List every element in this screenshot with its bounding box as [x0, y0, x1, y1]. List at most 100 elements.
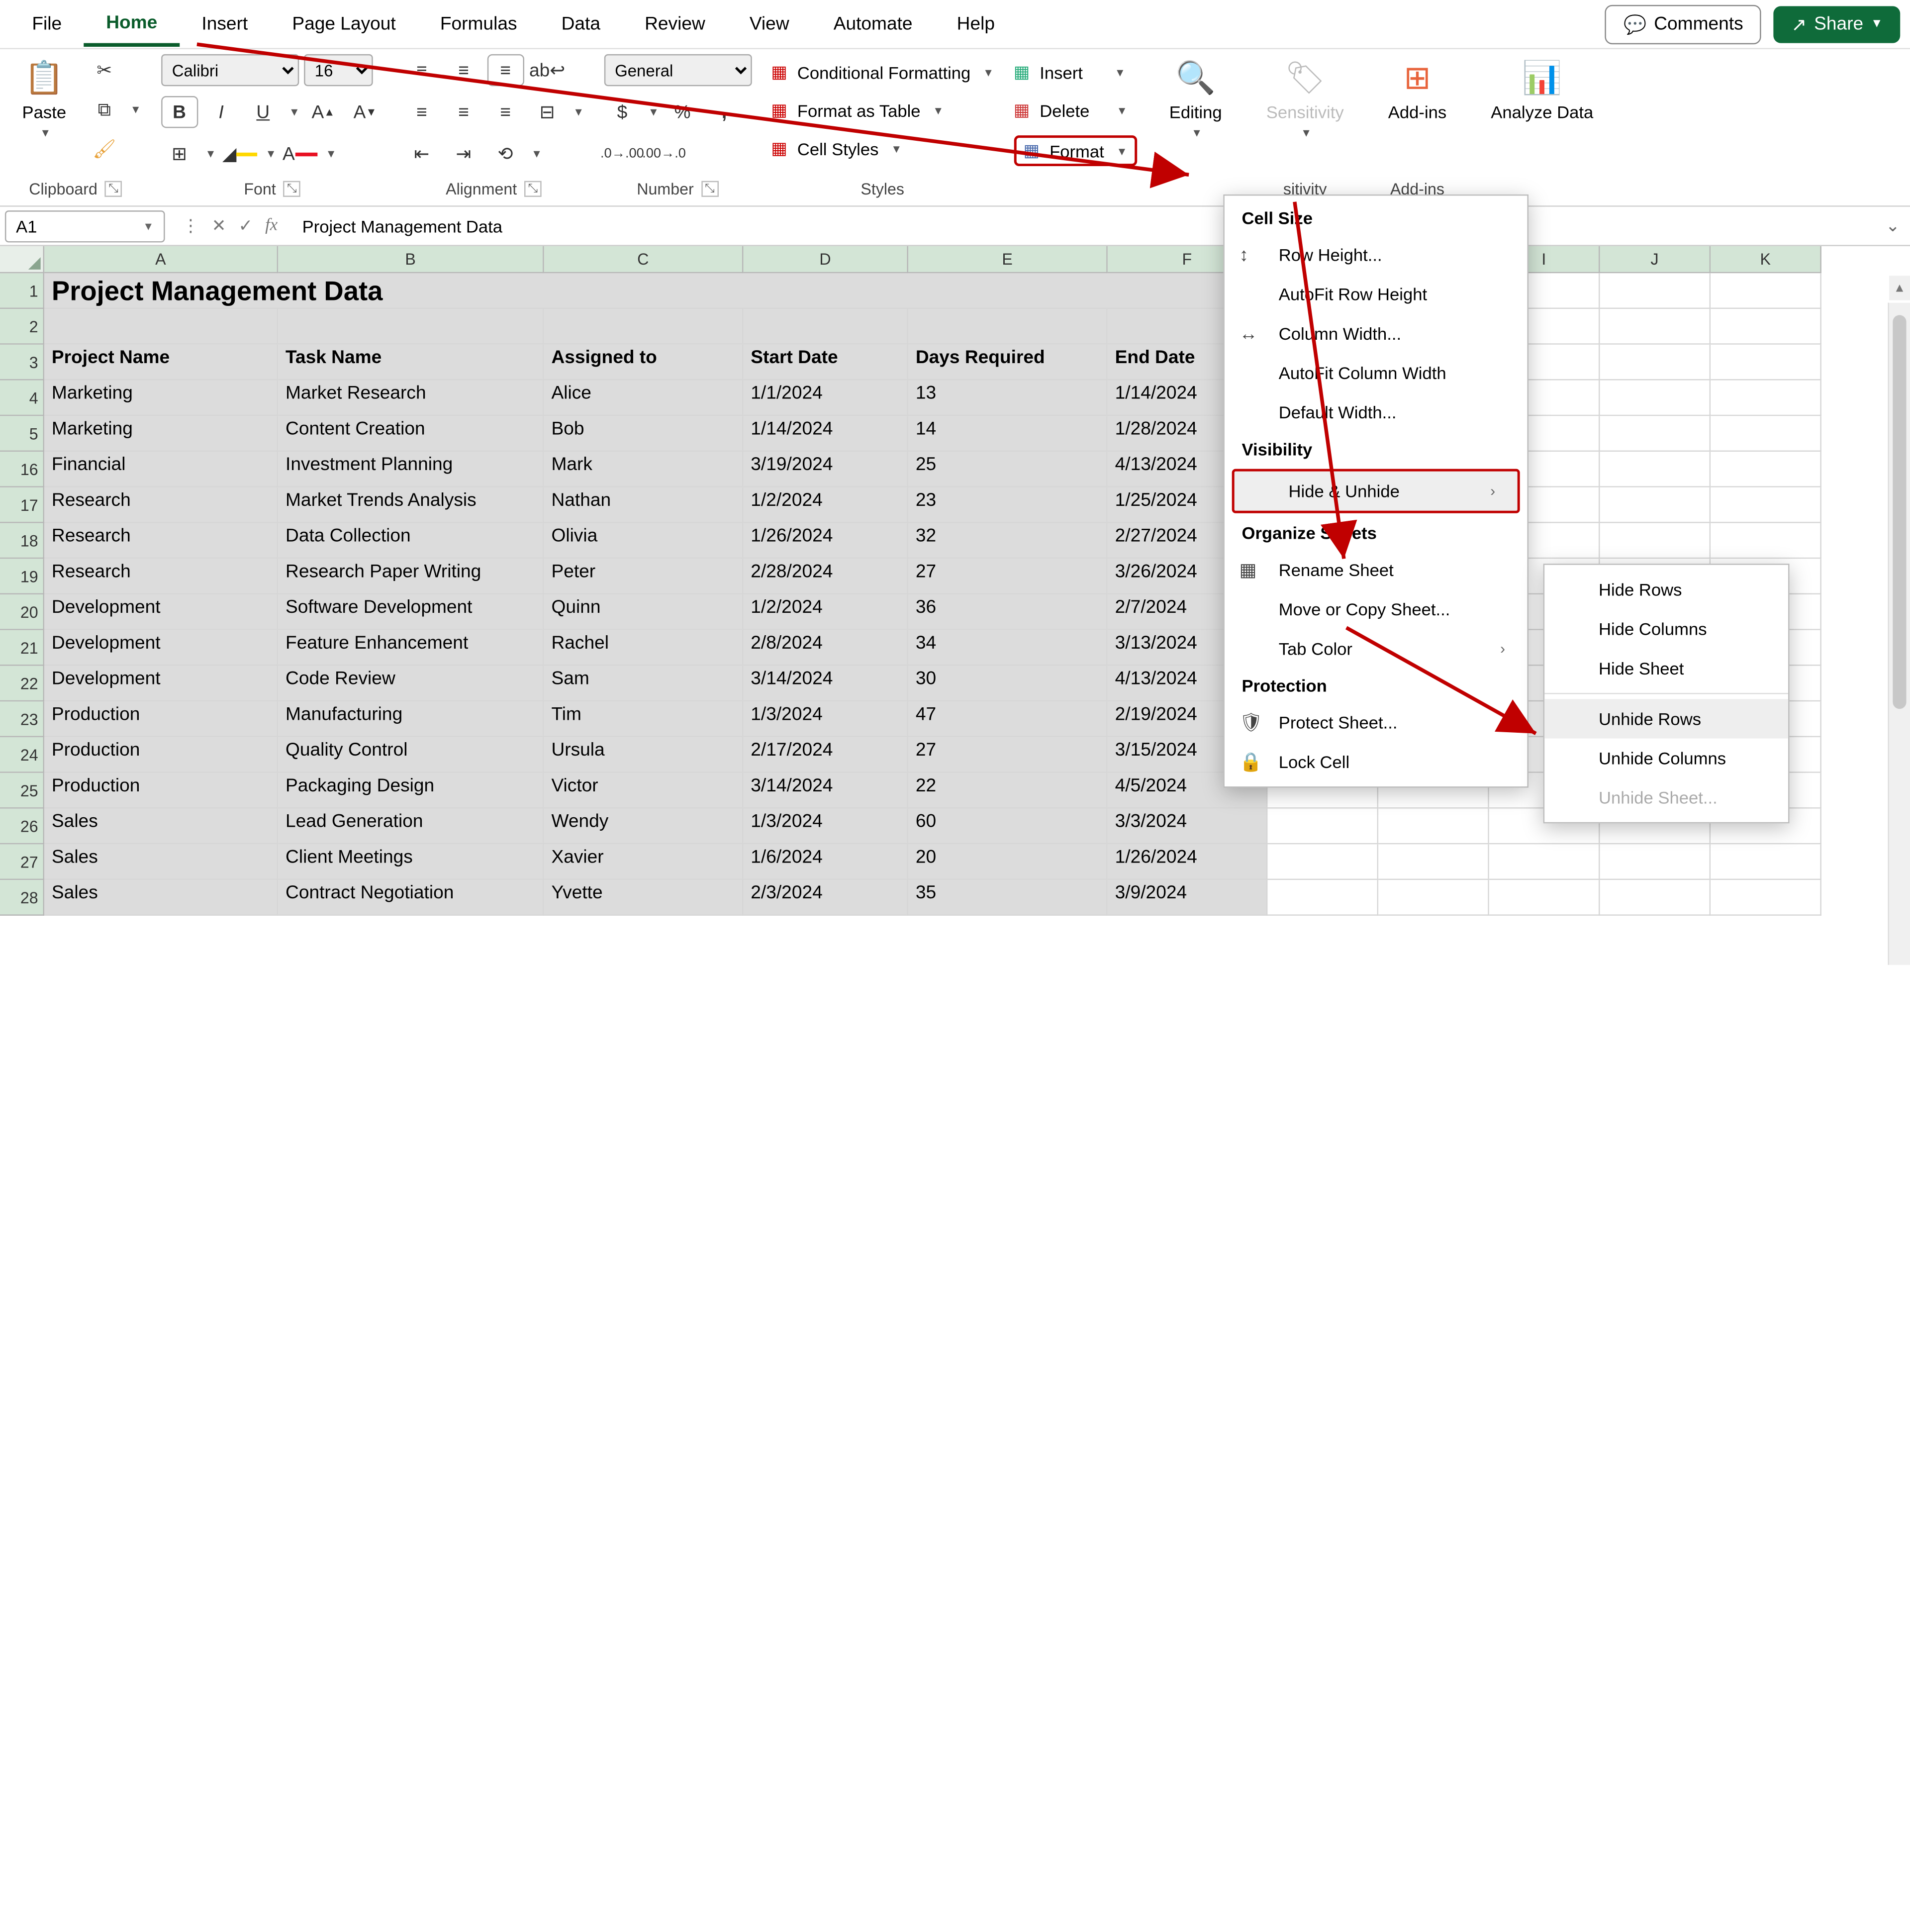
- cell[interactable]: [1600, 273, 1711, 309]
- cell[interactable]: Market Trends Analysis: [278, 487, 544, 523]
- align-right-button[interactable]: ≡: [487, 96, 524, 128]
- chevron-down-icon[interactable]: ▼: [205, 148, 216, 160]
- cell[interactable]: Alice: [544, 381, 744, 416]
- increase-font-button[interactable]: A▲: [305, 96, 342, 128]
- menu-rename-sheet[interactable]: ▦Rename Sheet: [1225, 550, 1528, 589]
- currency-button[interactable]: $: [604, 96, 641, 128]
- cell[interactable]: [1711, 844, 1821, 880]
- cell[interactable]: [1711, 416, 1821, 452]
- submenu-hide-rows[interactable]: Hide Rows: [1544, 570, 1788, 609]
- cell[interactable]: Financial: [44, 452, 278, 487]
- align-bottom-button[interactable]: ≡: [487, 54, 524, 86]
- wrap-text-button[interactable]: ab↩: [529, 54, 566, 86]
- number-format-select[interactable]: General: [604, 54, 752, 86]
- enter-icon[interactable]: ✓: [238, 215, 253, 236]
- decrease-font-button[interactable]: A▼: [347, 96, 383, 128]
- cell[interactable]: 27: [908, 559, 1108, 594]
- cell[interactable]: 3/19/2024: [743, 452, 908, 487]
- comma-button[interactable]: ,: [706, 96, 743, 128]
- cell[interactable]: 23: [908, 487, 1108, 523]
- align-middle-button[interactable]: ≡: [445, 54, 482, 86]
- cell[interactable]: Manufacturing: [278, 701, 544, 737]
- cell[interactable]: Nathan: [544, 487, 744, 523]
- cell[interactable]: Research: [44, 523, 278, 559]
- cell[interactable]: 25: [908, 452, 1108, 487]
- cell[interactable]: 47: [908, 701, 1108, 737]
- row-header[interactable]: 16: [0, 452, 44, 487]
- align-center-button[interactable]: ≡: [445, 96, 482, 128]
- menu-tab-color[interactable]: Tab Color›: [1225, 629, 1528, 668]
- cell-styles-button[interactable]: ▦Cell Styles▼: [771, 135, 902, 161]
- cell[interactable]: Production: [44, 701, 278, 737]
- cell[interactable]: 1/3/2024: [743, 701, 908, 737]
- cell[interactable]: Market Research: [278, 381, 544, 416]
- tab-home[interactable]: Home: [84, 2, 180, 46]
- cell[interactable]: 2/8/2024: [743, 630, 908, 666]
- cell[interactable]: Victor: [544, 773, 744, 809]
- chevron-down-icon[interactable]: ▼: [266, 148, 277, 160]
- cell[interactable]: Development: [44, 630, 278, 666]
- fx-icon[interactable]: fx: [265, 216, 278, 236]
- cell[interactable]: Data Collection: [278, 523, 544, 559]
- cell[interactable]: Sales: [44, 880, 278, 916]
- menu-move-copy[interactable]: Move or Copy Sheet...: [1225, 589, 1528, 629]
- row-header[interactable]: 1: [0, 273, 44, 309]
- insert-cells-button[interactable]: ▦Insert ▼: [1014, 59, 1126, 85]
- expand-formula-bar[interactable]: ⌄: [1876, 215, 1910, 236]
- cell[interactable]: [1600, 880, 1711, 916]
- column-header[interactable]: E: [908, 246, 1108, 273]
- cell[interactable]: Content Creation: [278, 416, 544, 452]
- cell[interactable]: [1711, 523, 1821, 559]
- cell[interactable]: Development: [44, 594, 278, 630]
- cell[interactable]: 32: [908, 523, 1108, 559]
- row-header[interactable]: 26: [0, 809, 44, 845]
- dialog-launcher-icon[interactable]: ⤡: [701, 181, 719, 197]
- cell[interactable]: Marketing: [44, 416, 278, 452]
- cell[interactable]: [1600, 416, 1711, 452]
- cell[interactable]: [1600, 381, 1711, 416]
- cell[interactable]: 3/14/2024: [743, 666, 908, 702]
- menu-autofit-col[interactable]: AutoFit Column Width: [1225, 353, 1528, 392]
- submenu-unhide-columns[interactable]: Unhide Columns: [1544, 739, 1788, 778]
- column-header[interactable]: A: [44, 246, 278, 273]
- row-header[interactable]: 5: [0, 416, 44, 452]
- cell[interactable]: [1600, 309, 1711, 345]
- cell[interactable]: 1/6/2024: [743, 844, 908, 880]
- borders-button[interactable]: ⊞: [161, 138, 197, 170]
- tab-insert[interactable]: Insert: [180, 3, 270, 44]
- cell[interactable]: Start Date: [743, 345, 908, 381]
- cell[interactable]: 3/3/2024: [1108, 809, 1268, 845]
- cell[interactable]: [1711, 452, 1821, 487]
- cut-button[interactable]: ✂: [86, 54, 123, 86]
- cell[interactable]: Quinn: [544, 594, 744, 630]
- chevron-down-icon[interactable]: ▼: [130, 103, 141, 116]
- dialog-launcher-icon[interactable]: ⤡: [284, 181, 301, 197]
- analyze-data-button[interactable]: 📊Analyze Data: [1479, 54, 1606, 127]
- cell[interactable]: 2/28/2024: [743, 559, 908, 594]
- cell[interactable]: Research: [44, 487, 278, 523]
- cell[interactable]: 1/26/2024: [743, 523, 908, 559]
- tab-file[interactable]: File: [10, 3, 84, 44]
- chevron-down-icon[interactable]: ▼: [289, 106, 300, 118]
- editing-button[interactable]: 🔍Editing▼: [1157, 54, 1234, 144]
- cell[interactable]: Sam: [544, 666, 744, 702]
- formula-input[interactable]: Project Management Data: [290, 210, 1876, 242]
- cell[interactable]: [1267, 880, 1378, 916]
- font-color-button[interactable]: A: [282, 138, 318, 170]
- cell[interactable]: Mark: [544, 452, 744, 487]
- scrollbar-thumb[interactable]: [1893, 315, 1906, 709]
- tab-formulas[interactable]: Formulas: [418, 3, 539, 44]
- chevron-down-icon[interactable]: ▼: [648, 106, 659, 118]
- submenu-hide-sheet[interactable]: Hide Sheet: [1544, 649, 1788, 688]
- cell[interactable]: Days Required: [908, 345, 1108, 381]
- dialog-launcher-icon[interactable]: ⤡: [524, 181, 542, 197]
- addins-button[interactable]: ⊞Add-ins: [1376, 54, 1459, 127]
- row-header[interactable]: 22: [0, 666, 44, 702]
- decrease-decimal-button[interactable]: .00→.0: [646, 138, 682, 170]
- chevron-down-icon[interactable]: ▼: [326, 148, 337, 160]
- cell[interactable]: 27: [908, 737, 1108, 773]
- cell[interactable]: [908, 309, 1108, 345]
- cell[interactable]: Wendy: [544, 809, 744, 845]
- font-name-select[interactable]: Calibri: [161, 54, 298, 86]
- conditional-formatting-button[interactable]: ▦Conditional Formatting▼: [771, 59, 994, 85]
